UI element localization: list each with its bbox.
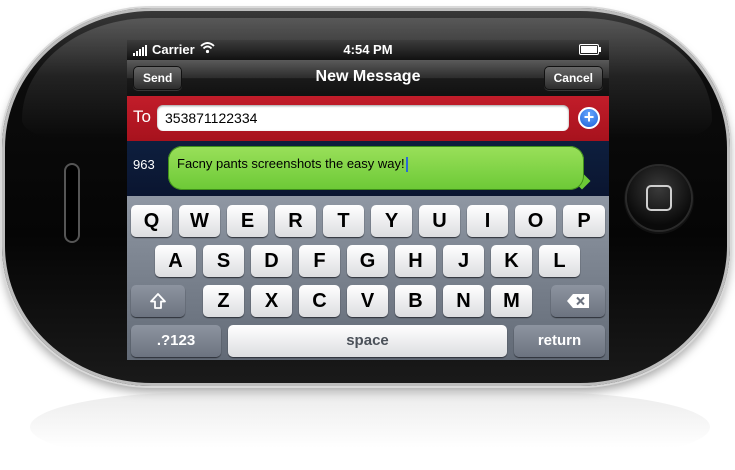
key-m[interactable]: M [491, 285, 532, 317]
screen: Carrier 4:54 PM New Message Send Cancel … [127, 40, 609, 360]
key-i[interactable]: I [467, 205, 508, 237]
key-v[interactable]: V [347, 285, 388, 317]
home-square-icon [646, 185, 672, 211]
send-button[interactable]: Send [133, 66, 183, 90]
compose-area: 963 Facny pants screenshots the easy way… [127, 141, 609, 196]
key-r[interactable]: R [275, 205, 316, 237]
keyboard: Q W E R T Y U I O P A S D F G H J K L Z … [127, 196, 609, 360]
key-q[interactable]: Q [131, 205, 172, 237]
key-t[interactable]: T [323, 205, 364, 237]
nav-bar: New Message Send Cancel [127, 60, 609, 96]
key-k[interactable]: K [491, 245, 532, 277]
key-u[interactable]: U [419, 205, 460, 237]
key-h[interactable]: H [395, 245, 436, 277]
speaker-grille [66, 165, 78, 241]
key-y[interactable]: Y [371, 205, 412, 237]
to-label: To [133, 107, 151, 126]
key-d[interactable]: D [251, 245, 292, 277]
key-w[interactable]: W [179, 205, 220, 237]
key-o[interactable]: O [515, 205, 556, 237]
key-l[interactable]: L [539, 245, 580, 277]
key-g[interactable]: G [347, 245, 388, 277]
key-a[interactable]: A [155, 245, 196, 277]
space-key[interactable]: space [228, 325, 507, 357]
key-z[interactable]: Z [203, 285, 244, 317]
character-count: 963 [133, 157, 155, 172]
battery-fill [581, 46, 597, 53]
key-f[interactable]: F [299, 245, 340, 277]
key-e[interactable]: E [227, 205, 268, 237]
nav-title: New Message [315, 68, 421, 85]
battery-icon [579, 44, 601, 55]
key-j[interactable]: J [443, 245, 484, 277]
key-s[interactable]: S [203, 245, 244, 277]
key-n[interactable]: N [443, 285, 484, 317]
home-button[interactable] [627, 166, 691, 230]
status-time: 4:54 PM [343, 42, 393, 57]
recipient-bar: To 353871122334 + [127, 96, 609, 141]
key-b[interactable]: B [395, 285, 436, 317]
cancel-button[interactable]: Cancel [543, 66, 603, 90]
message-input[interactable]: Facny pants screenshots the easy way! [168, 146, 584, 190]
shift-icon[interactable] [131, 285, 185, 317]
key-c[interactable]: C [299, 285, 340, 317]
message-text: Facny pants screenshots the easy way! [177, 156, 405, 171]
status-bar: Carrier 4:54 PM [127, 40, 609, 60]
text-cursor [405, 157, 408, 173]
add-contact-icon[interactable]: + [578, 107, 600, 129]
return-key[interactable]: return [514, 325, 605, 357]
numbers-key[interactable]: .?123 [131, 325, 221, 357]
recipient-field[interactable]: 353871122334 [157, 105, 569, 131]
backspace-icon[interactable] [551, 285, 605, 317]
phone-reflection [30, 392, 710, 462]
key-p[interactable]: P [563, 205, 605, 237]
key-x[interactable]: X [251, 285, 292, 317]
